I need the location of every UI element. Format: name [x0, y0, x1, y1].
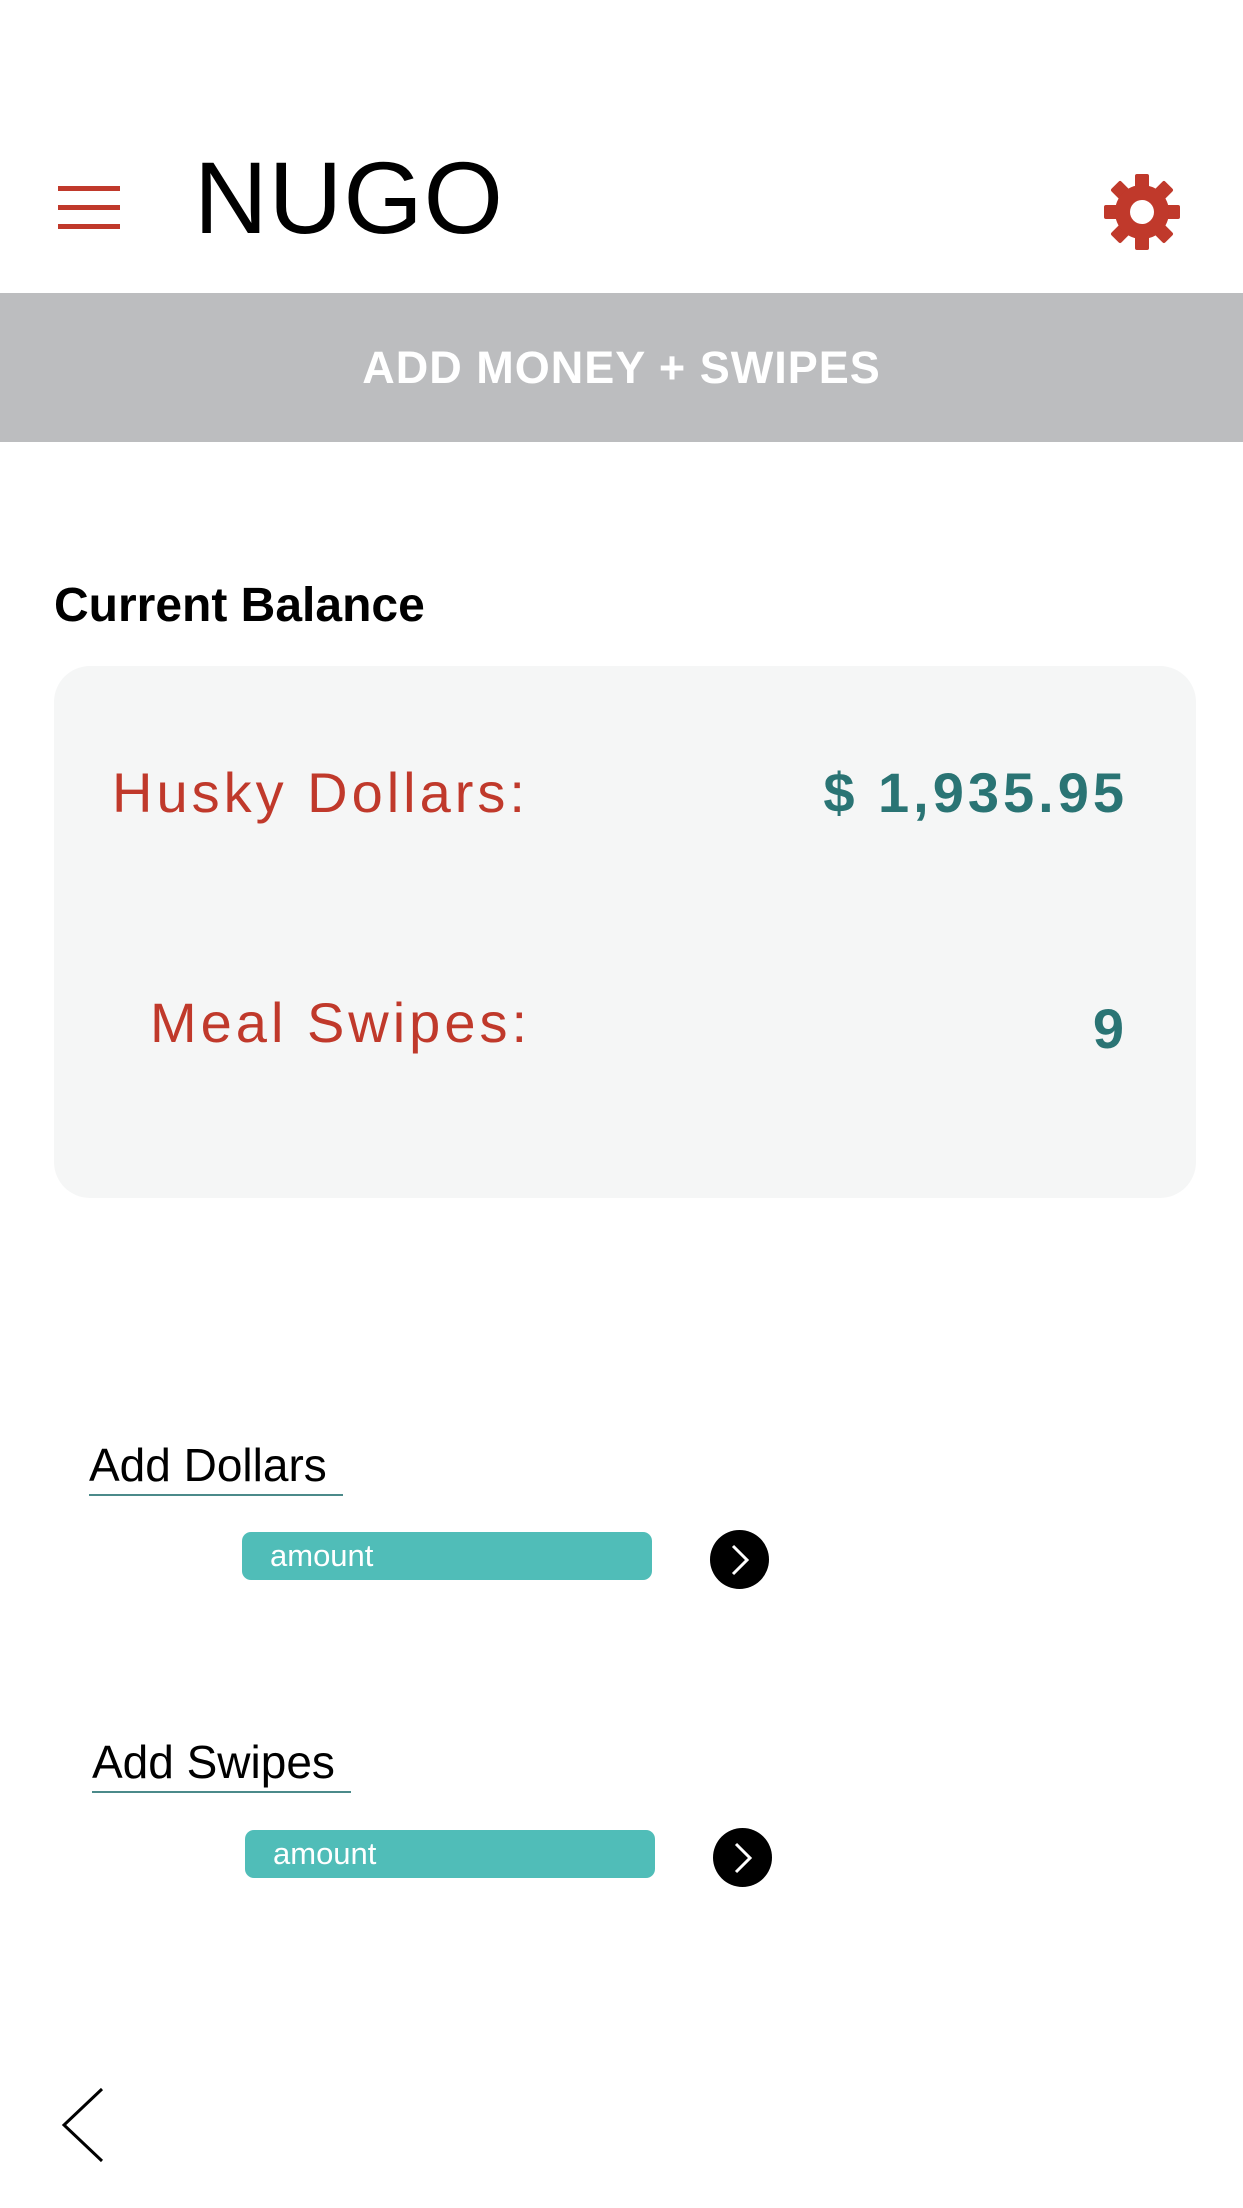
hamburger-menu-icon[interactable]: [58, 186, 120, 230]
gear-icon[interactable]: [1104, 174, 1180, 250]
add-dollars-label: Add Dollars: [89, 1438, 343, 1496]
add-swipes-label: Add Swipes: [92, 1735, 351, 1793]
meal-swipes-value: 9: [1092, 997, 1128, 1060]
chevron-right-icon: [734, 1842, 752, 1873]
add-money-swipes-banner: ADD MONEY + SWIPES: [0, 293, 1243, 442]
add-dollars-amount-input[interactable]: [242, 1532, 652, 1580]
back-button[interactable]: [58, 2086, 108, 2164]
add-swipes-submit-button[interactable]: [713, 1828, 772, 1887]
chevron-right-icon: [731, 1544, 749, 1575]
meal-swipes-label: Meal Swipes:: [150, 991, 532, 1054]
add-swipes-amount-input[interactable]: [245, 1830, 655, 1878]
current-balance-heading: Current Balance: [54, 579, 425, 632]
banner-title: ADD MONEY + SWIPES: [362, 341, 881, 393]
husky-dollars-label: Husky Dollars:: [112, 761, 529, 824]
balance-card: Husky Dollars: $ 1,935.95 Meal Swipes: 9: [54, 666, 1196, 1198]
husky-dollars-value: $ 1,935.95: [823, 761, 1128, 824]
app-title: NUGO: [194, 141, 504, 255]
add-dollars-submit-button[interactable]: [710, 1530, 769, 1589]
chevron-left-icon: [61, 2087, 104, 2163]
